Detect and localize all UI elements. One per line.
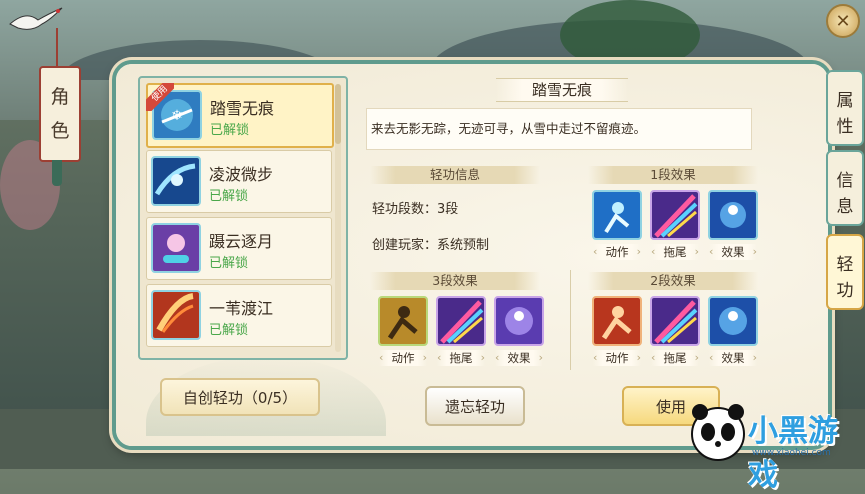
skill-list-scrollbar[interactable] <box>335 84 341 352</box>
tab-attributes[interactable]: 属 性 <box>826 70 864 146</box>
stage3-action-label: 动作 <box>379 350 427 366</box>
tab-info[interactable]: 信 息 <box>826 150 864 226</box>
skill-list: ❄ 使用 踏雪无痕 已解锁 凌波微步 已解锁 蹑云逐月 已解锁 一苇渡江 已解锁 <box>138 76 348 360</box>
tab-attributes-char2: 性 <box>836 117 854 137</box>
skill-icon-wave <box>151 156 201 206</box>
stage1-trail-icon[interactable] <box>650 190 700 240</box>
close-button[interactable]: ✕ <box>826 4 860 38</box>
stage2-trail-label: 拖尾 <box>651 350 699 366</box>
in-use-badge: 使用 <box>146 83 174 111</box>
skill-name: 踏雪无痕 <box>210 99 275 118</box>
tab-character-char1: 角 <box>50 86 70 108</box>
stage2-trail-icon[interactable] <box>650 296 700 346</box>
tag-string <box>56 28 58 68</box>
stage2-header: 2段效果 <box>588 272 758 290</box>
skill-icon-reed <box>151 290 201 340</box>
create-skill-button[interactable]: 自创轻功（0/5） <box>160 378 320 416</box>
skill-list-item[interactable]: 凌波微步 已解锁 <box>146 150 332 213</box>
skill-list-item[interactable]: 蹑云逐月 已解锁 <box>146 217 332 280</box>
stage1-effect-icon[interactable] <box>708 190 758 240</box>
stage3-trail-icon[interactable] <box>436 296 486 346</box>
tab-lightness-skill-char2: 功 <box>836 281 854 301</box>
stage2-effect-label: 效果 <box>709 350 757 366</box>
stage3-trail-label: 拖尾 <box>437 350 485 366</box>
tab-info-char2: 息 <box>836 197 854 217</box>
close-icon: ✕ <box>835 11 851 32</box>
skill-list-item[interactable]: 一苇渡江 已解锁 <box>146 284 332 347</box>
tab-character[interactable]: 角 色 <box>39 66 81 162</box>
in-use-badge-text: 使用 <box>146 83 174 111</box>
tab-lightness-skill-char1: 轻 <box>836 255 854 275</box>
stage3-effect-icon[interactable] <box>494 296 544 346</box>
tag-tassel <box>52 160 62 186</box>
tab-character-char2: 色 <box>50 120 70 142</box>
stage2-action-icon[interactable] <box>592 296 642 346</box>
skill-list-scroll-thumb[interactable] <box>335 84 341 144</box>
tab-info-char1: 信 <box>836 171 854 191</box>
skill-name: 一苇渡江 <box>209 299 274 318</box>
tab-attributes-char1: 属 <box>836 91 854 111</box>
skill-name: 凌波微步 <box>209 165 274 184</box>
logo-url: www.xiaohei.com <box>752 448 831 458</box>
stage3-effect-label: 效果 <box>495 350 543 366</box>
forget-skill-button[interactable]: 遗忘轻功 <box>425 386 525 426</box>
stage3-action-icon[interactable] <box>378 296 428 346</box>
stage1-trail-label: 拖尾 <box>651 244 699 260</box>
stage2-action-label: 动作 <box>593 350 641 366</box>
skill-list-item[interactable]: ❄ 使用 踏雪无痕 已解锁 <box>146 83 334 148</box>
watermark-logo: 小黑游戏 www.xiaohei.com <box>688 400 865 493</box>
stage1-effect-label: 效果 <box>709 244 757 260</box>
skill-status: 已解锁 <box>209 256 249 271</box>
info-section-header: 轻功信息 <box>370 166 540 184</box>
skill-status: 已解锁 <box>210 123 250 138</box>
panda-icon <box>691 404 745 461</box>
stage1-action-label: 动作 <box>593 244 641 260</box>
stage-divider <box>570 270 571 370</box>
creator: 创建玩家：系统预制 <box>372 238 490 253</box>
stage-count: 轻功段数：3段 <box>372 202 459 217</box>
stage2-effect-icon[interactable] <box>708 296 758 346</box>
stage1-action-icon[interactable] <box>592 190 642 240</box>
tab-lightness-skill[interactable]: 轻 功 <box>826 234 864 310</box>
skill-icon-moon <box>151 223 201 273</box>
skill-name: 蹑云逐月 <box>209 232 274 251</box>
skill-description: 来去无影无踪，无迹可寻，从雪中走过不留痕迹。 <box>366 108 752 150</box>
stage1-header: 1段效果 <box>588 166 758 184</box>
skill-status: 已解锁 <box>209 189 249 204</box>
skill-title: 踏雪无痕 <box>496 78 628 102</box>
skill-status: 已解锁 <box>209 323 249 338</box>
stage3-header: 3段效果 <box>370 272 540 290</box>
